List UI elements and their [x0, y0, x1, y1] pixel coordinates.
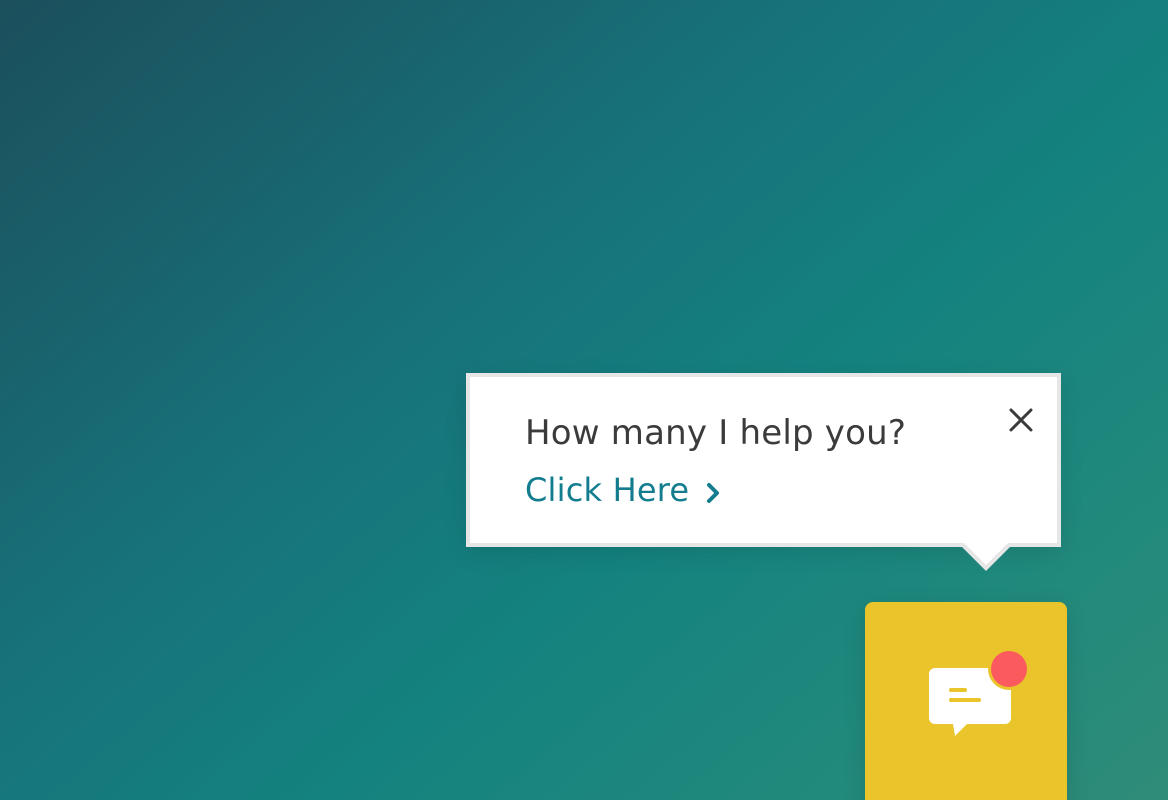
click-here-label: Click Here [525, 471, 690, 509]
close-icon [1009, 408, 1033, 432]
help-popover: How many I help you? Click Here [466, 373, 1061, 547]
chevron-right-icon [703, 480, 723, 506]
notification-dot [991, 651, 1027, 687]
close-button[interactable] [1004, 403, 1038, 437]
chat-launcher-button[interactable] [865, 602, 1067, 800]
popover-pointer [958, 543, 1014, 571]
click-here-link[interactable]: Click Here [525, 471, 723, 509]
popover-title: How many I help you? [525, 413, 907, 453]
